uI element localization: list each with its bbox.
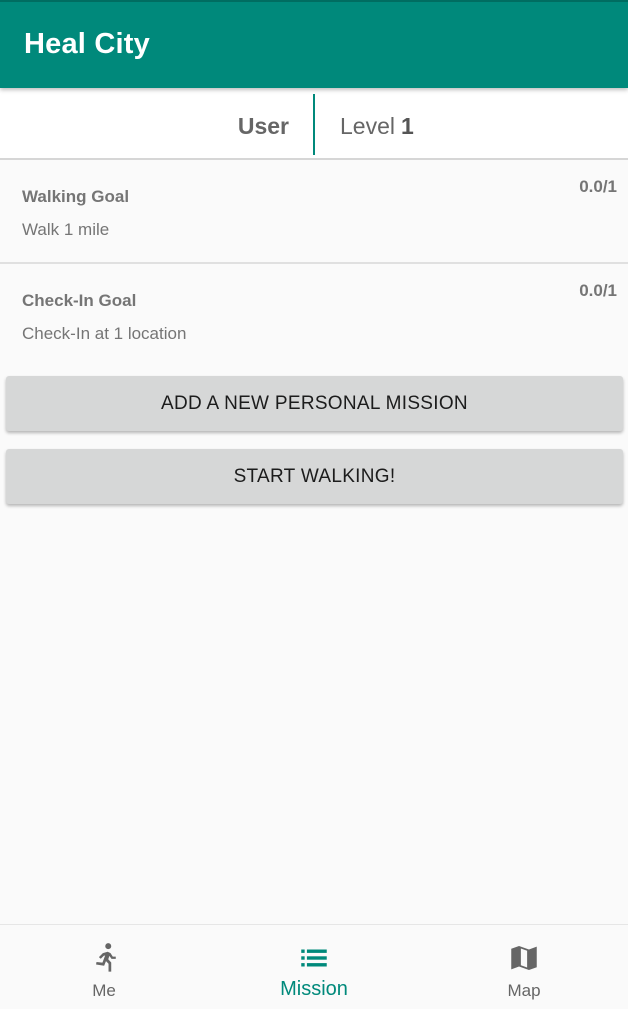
bottom-navigation: Me Mission Map xyxy=(0,924,628,1008)
app-bar: Heal City xyxy=(0,0,628,88)
nav-label-mission: Mission xyxy=(280,978,348,1000)
level-label: Level xyxy=(340,113,395,139)
strip-divider xyxy=(313,94,315,155)
goal-progress: 0.0/1 xyxy=(579,177,617,196)
goal-progress: 0.0/1 xyxy=(579,281,617,300)
goal-title: Walking Goal xyxy=(22,187,130,206)
level-display: Level 1 xyxy=(340,113,414,140)
goal-title: Check-In Goal xyxy=(22,291,137,310)
app-title: Heal City xyxy=(24,28,150,60)
goal-item-check-in[interactable]: Check-In Goal Check-In at 1 location 0.0… xyxy=(0,265,628,368)
running-person-icon xyxy=(96,943,116,972)
nav-item-mission[interactable]: Mission xyxy=(244,925,384,1009)
nav-label-map: Map xyxy=(507,981,541,1000)
goal-item-walking[interactable]: Walking Goal Walk 1 mile 0.0/1 xyxy=(0,161,628,264)
nav-item-me[interactable]: Me xyxy=(34,925,174,1009)
nav-label-me: Me xyxy=(92,981,116,1000)
map-icon xyxy=(511,945,537,971)
goal-description: Check-In at 1 location xyxy=(22,324,187,343)
goal-description: Walk 1 mile xyxy=(22,220,110,239)
user-name: User xyxy=(237,113,289,139)
user-level-strip: User Level 1 xyxy=(0,88,628,160)
start-walking-button[interactable]: START WALKING! xyxy=(6,449,623,504)
level-value: 1 xyxy=(400,113,414,139)
nav-item-map[interactable]: Map xyxy=(454,925,594,1009)
add-personal-mission-button[interactable]: ADD A NEW PERSONAL MISSION xyxy=(6,376,623,431)
list-icon xyxy=(301,949,327,967)
